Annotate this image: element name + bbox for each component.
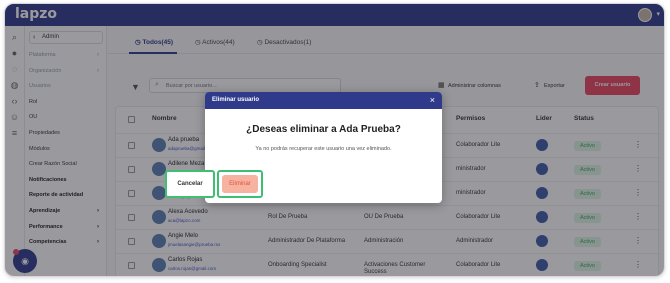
dialog-question: ¿Deseas eliminar a Ada Prueba? <box>246 124 401 135</box>
delete-button-highlight[interactable]: Eliminar <box>217 170 263 198</box>
dialog-header: Eliminar usuario × <box>205 92 442 109</box>
delete-button[interactable]: Eliminar <box>222 175 258 193</box>
app-window: lapzo ▾ ⌕ ● ◌ ◍ ‹› ☺ ≡ ‹ Admin Plataform… <box>4 3 665 277</box>
cancel-button[interactable]: Cancelar <box>165 170 215 198</box>
dialog-note: Ya no podrás recuperar este usuario una … <box>255 146 392 152</box>
dialog-title: Eliminar usuario <box>212 97 260 103</box>
close-icon[interactable]: × <box>430 95 435 105</box>
